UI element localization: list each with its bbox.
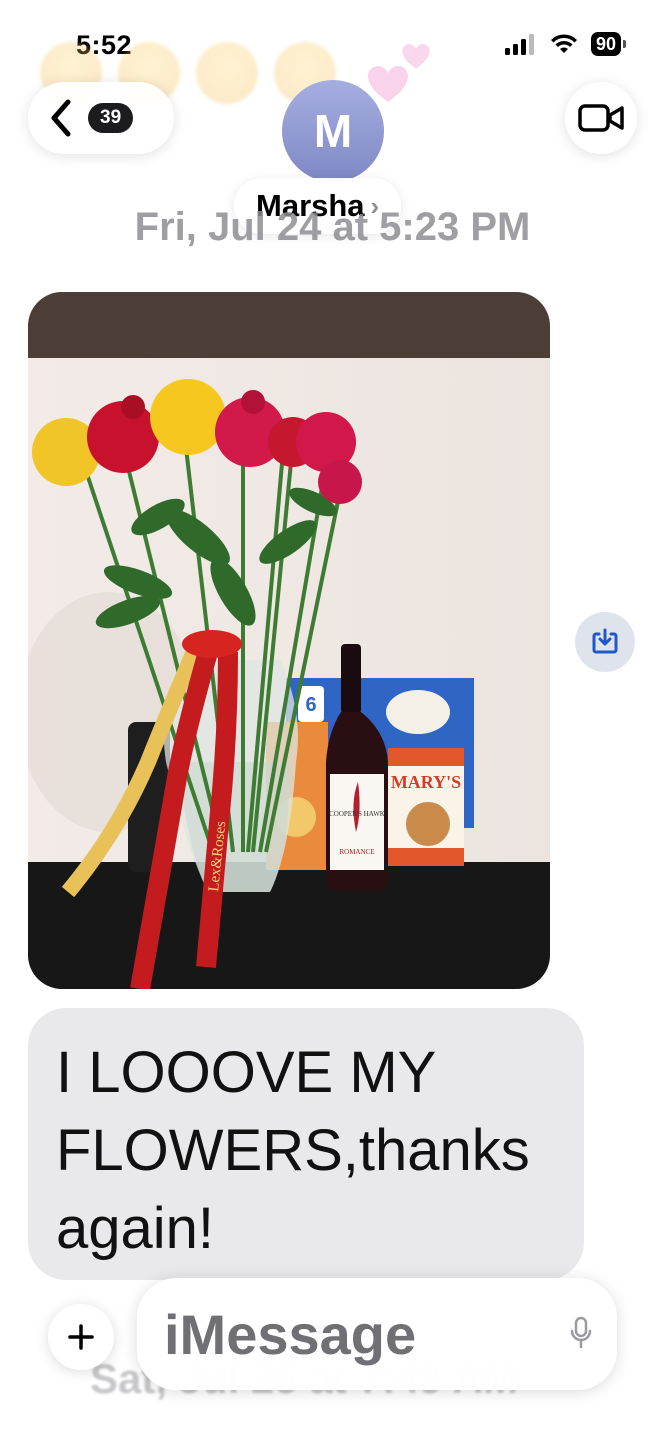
plus-icon [68, 1324, 94, 1350]
message-input-placeholder: iMessage [164, 1302, 417, 1366]
add-attachment-button[interactable] [48, 1304, 114, 1370]
wifi-icon [550, 34, 577, 53]
battery-icon: 90 [590, 32, 627, 56]
contact-avatar[interactable]: M [282, 80, 384, 182]
message-input[interactable]: iMessage [137, 1278, 617, 1390]
back-button[interactable]: 39 [28, 82, 174, 154]
heart-icon [402, 44, 430, 69]
save-image-icon [592, 628, 618, 654]
cellular-signal-icon [504, 34, 534, 55]
cracker-brand: MARY'S [391, 772, 461, 792]
video-call-button[interactable] [565, 82, 637, 154]
heart-icon [368, 66, 408, 102]
photo-attachment[interactable]: 6 MARY'S COOPER'S HAWK ROMANCE Lex&Roses [28, 292, 550, 989]
microphone-icon[interactable] [569, 1316, 593, 1350]
popcorn-bag-count: 6 [305, 694, 316, 716]
save-photo-button[interactable] [575, 612, 635, 672]
status-icons: 90 [504, 32, 627, 56]
wine-name: ROMANCE [339, 848, 374, 856]
video-camera-icon [578, 104, 624, 132]
unread-count-badge: 39 [88, 103, 134, 133]
wine-brand: COOPER'S HAWK [329, 810, 385, 818]
message-bubble[interactable]: I LOOOVE MY FLOWERS,thanks again! [28, 1008, 584, 1280]
flowers-scene-illustration: 6 MARY'S COOPER'S HAWK ROMANCE Lex&Roses [28, 379, 474, 989]
laughing-face-icon [196, 42, 258, 104]
thread-date-label: Fri, Jul 24 at 5:23 PM [134, 205, 531, 249]
chevron-left-icon [51, 99, 71, 137]
